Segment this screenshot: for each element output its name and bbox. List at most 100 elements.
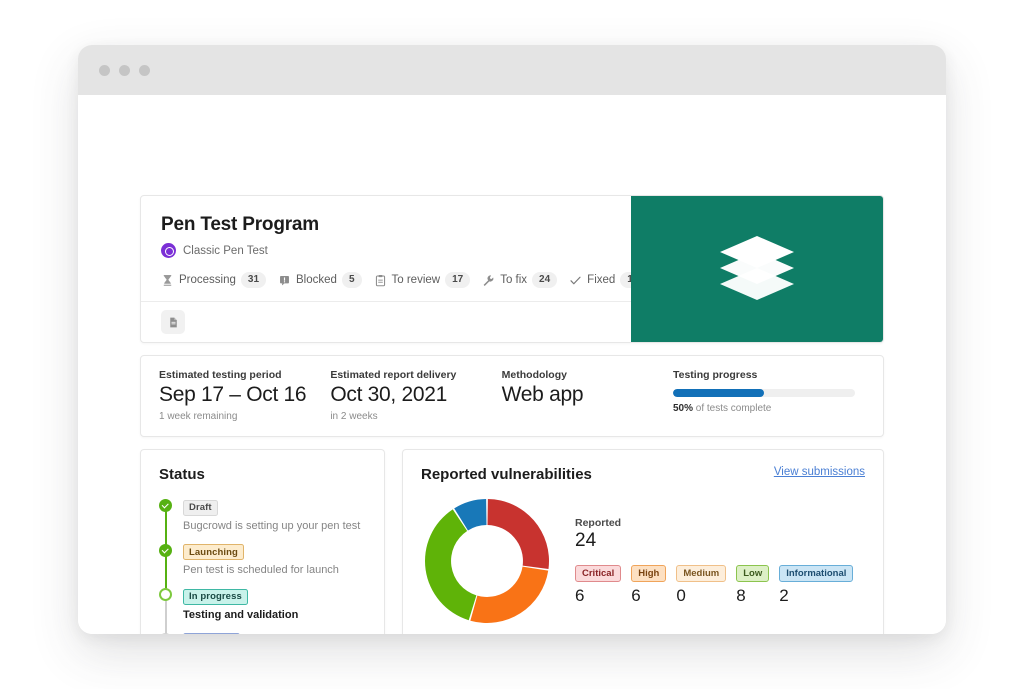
status-step: Launching Pen test is scheduled for launc… (159, 542, 384, 589)
severity-item-critical: Critical 6 (575, 563, 622, 606)
severity-badge: Critical (575, 565, 622, 582)
info-methodology-value: Web app (501, 383, 584, 406)
layers-icon (720, 236, 794, 300)
status-step-tag: Launching (183, 544, 244, 560)
reported-total: 24 (575, 530, 597, 551)
info-testing-period-label: Estimated testing period (159, 369, 282, 381)
donut-segment-high (470, 566, 549, 623)
status-step-connector (165, 510, 167, 545)
status-step-description: Pen test is scheduled for launch (183, 564, 339, 576)
stat-blocked[interactable]: Blocked 5 (278, 272, 362, 288)
browser-titlebar (78, 45, 946, 95)
progress-bar-fill (672, 389, 764, 397)
severity-badge: Informational (779, 565, 854, 582)
hero-footer (141, 301, 631, 342)
target-circle-icon (161, 243, 176, 258)
donut-svg (425, 499, 549, 623)
severity-item-medium: Medium 0 (676, 563, 727, 606)
severity-count: 6 (575, 586, 585, 605)
stat-blocked-label: Blocked (296, 274, 337, 286)
severity-badge: Low (736, 565, 770, 582)
info-report-delivery-sub: in 2 weeks (330, 411, 378, 422)
reported-label: Reported (575, 517, 622, 529)
page-title: Pen Test Program (161, 214, 319, 235)
wrench-icon (483, 274, 494, 286)
info-report-delivery-value: Oct 30, 2021 (330, 383, 447, 406)
window-minimize-dot[interactable] (119, 64, 130, 76)
status-step-tag: In progress (183, 588, 248, 605)
testing-progress: Testing progress 50% of tests complete (672, 369, 865, 423)
status-step: Draft Bugcrowd is setting up your pen tes… (159, 497, 384, 545)
stat-processing-count: 31 (240, 272, 267, 288)
progress-caption: 50% of tests complete (673, 403, 855, 414)
clipboard-icon (375, 274, 385, 286)
status-step-connector (165, 554, 167, 589)
view-submissions-link[interactable]: View submissions (774, 466, 865, 478)
program-type-row: Classic Pen Test (161, 243, 611, 258)
window-maximize-dot[interactable] (139, 64, 150, 76)
status-step-connector (165, 599, 167, 634)
status-step-description: Testing and validation (183, 608, 299, 621)
blocked-icon (280, 275, 289, 285)
vulnerabilities-header: Reported vulnerabilities View submission… (421, 466, 865, 483)
status-step-tag: Finalizing (183, 633, 240, 634)
progress-bar-track (672, 389, 855, 397)
severity-donut-chart (421, 495, 553, 632)
info-report-delivery: Estimated report delivery Oct 30, 2021 i… (330, 369, 501, 423)
severity-count: 8 (736, 586, 746, 605)
submission-stats: Processing 31 Blocked 5 To review 17 To … (161, 272, 651, 288)
severity-badge: Medium (676, 565, 727, 582)
info-report-delivery-label: Estimated report delivery (330, 369, 457, 381)
stat-to-fix-label: To fix (500, 274, 528, 286)
stat-to-review-count: 17 (445, 272, 471, 288)
donut-segment-critical (487, 499, 549, 569)
browser-window: Pen Test Program Classic Pen Test Proces… (78, 45, 946, 634)
status-step: In progress Testing and validation (159, 586, 384, 634)
severity-count: 2 (779, 586, 789, 605)
hero-main: Pen Test Program Classic Pen Test Proces… (141, 196, 651, 301)
severity-badge: High (631, 565, 667, 582)
severity-summary: Reported 24 Critical 6 High 6 Medium 0 Low 8 Inf… (553, 495, 854, 632)
status-step-marker-pending (159, 632, 172, 634)
info-strip: Estimated testing period Sep 17 – Oct 16… (140, 355, 884, 437)
status-step-marker-current (159, 588, 172, 601)
vulnerabilities-body: Reported 24 Critical 6 High 6 Medium 0 Low 8 Inf… (421, 495, 865, 632)
stat-blocked-count: 5 (341, 272, 362, 288)
status-step-tag: Draft (183, 499, 218, 516)
status-timeline: Draft Bugcrowd is setting up your pen tes… (159, 497, 384, 634)
stat-to-review-label: To review (391, 274, 441, 286)
status-step-description: Bugcrowd is setting up your pen test (183, 519, 361, 532)
progress-caption-text: of tests complete (693, 403, 772, 414)
progress-percent: 50% (672, 403, 693, 414)
info-testing-period-value: Sep 17 – Oct 16 (159, 383, 307, 406)
testing-progress-label: Testing progress (672, 369, 758, 381)
document-button[interactable] (161, 310, 185, 334)
program-banner (631, 196, 883, 342)
screenshot-stage: Pen Test Program Classic Pen Test Proces… (0, 0, 1024, 689)
severity-item-low: Low 8 (736, 563, 770, 606)
stat-processing-label: Processing (179, 274, 236, 286)
vulnerabilities-heading: Reported vulnerabilities (421, 466, 592, 483)
vulnerabilities-panel: Reported vulnerabilities View submission… (402, 449, 884, 634)
stat-to-fix[interactable]: To fix 24 (482, 272, 558, 288)
status-step-marker-done (159, 543, 172, 557)
page-viewport: Pen Test Program Classic Pen Test Proces… (78, 95, 946, 634)
severity-item-informational: Informational 2 (779, 563, 854, 606)
hourglass-icon (163, 274, 172, 286)
info-methodology-label: Methodology (501, 369, 567, 381)
severity-count: 6 (631, 586, 641, 605)
stat-to-review[interactable]: To review 17 (374, 272, 471, 288)
stat-fixed-label: Fixed (587, 274, 616, 286)
status-step: FinalizingPreparing reports (159, 631, 384, 634)
stat-processing[interactable]: Processing 31 (161, 272, 267, 288)
status-panel: Status Draft Bugcrowd is setting up your … (140, 449, 385, 634)
severity-item-high: High 6 (631, 563, 667, 606)
severity-count: 0 (676, 586, 686, 605)
program-hero-card: Pen Test Program Classic Pen Test Proces… (140, 195, 884, 343)
document-icon (169, 317, 177, 327)
stat-to-fix-count: 24 (532, 272, 558, 288)
info-methodology: Methodology Web app (502, 369, 673, 423)
status-heading: Status (159, 466, 205, 483)
info-testing-period-sub: 1 week remaining (159, 411, 238, 422)
window-close-dot[interactable] (99, 64, 110, 76)
